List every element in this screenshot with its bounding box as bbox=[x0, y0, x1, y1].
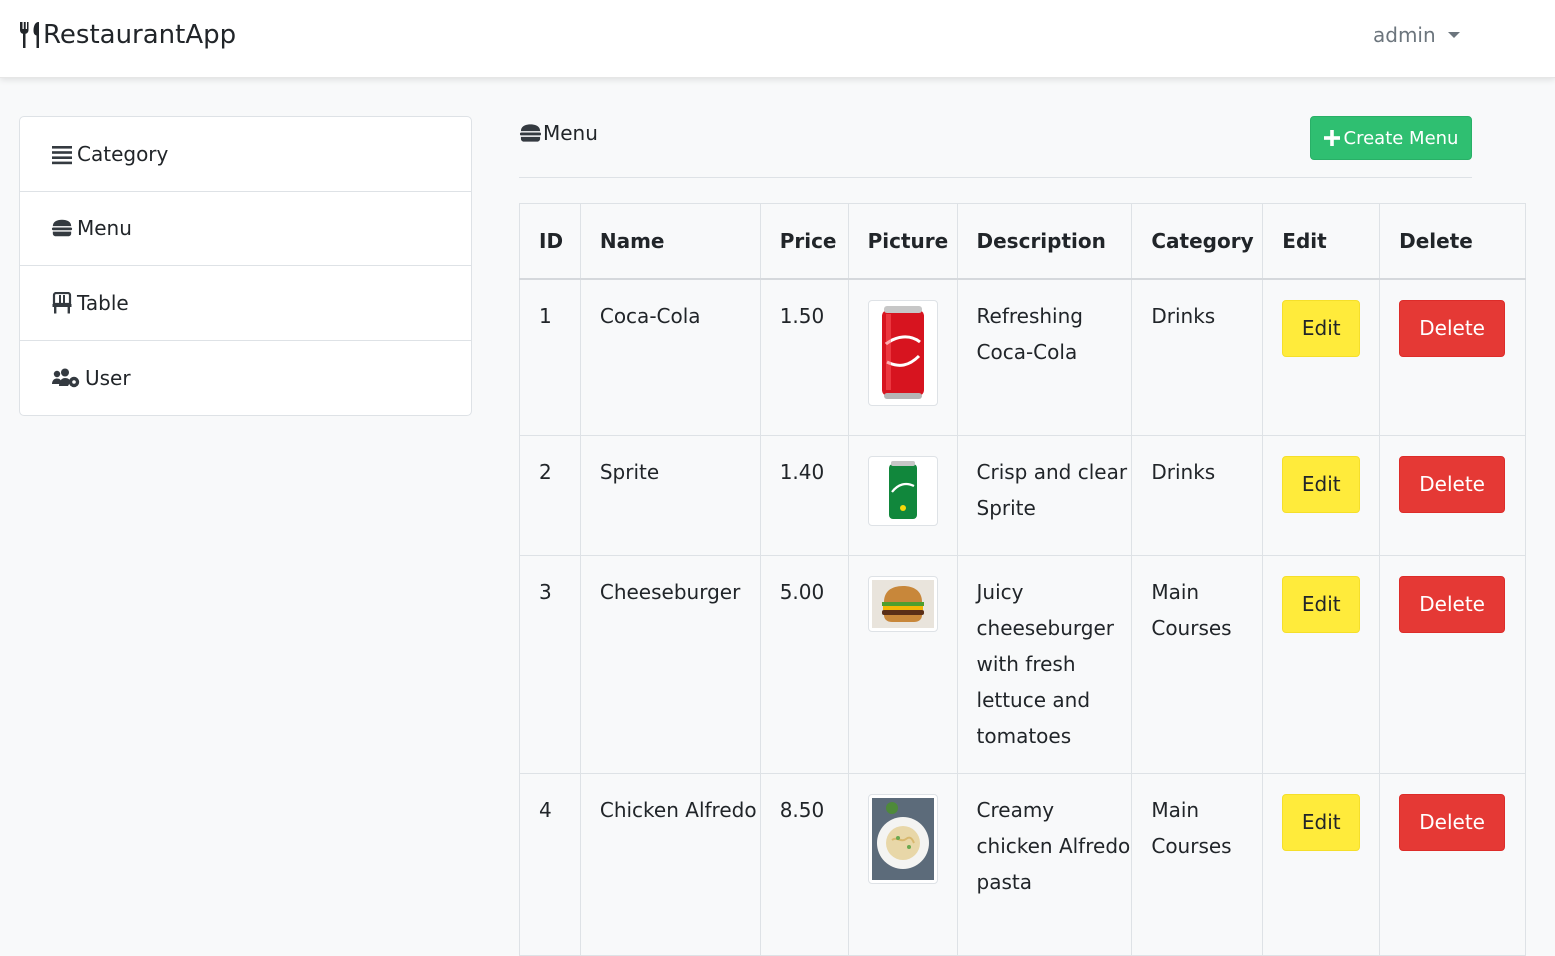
edit-button[interactable]: Edit bbox=[1282, 793, 1361, 851]
edit-button[interactable]: Edit bbox=[1282, 455, 1361, 513]
column-header: Name bbox=[579, 203, 761, 280]
cell-edit: Edit bbox=[1262, 434, 1381, 556]
cell-price: 8.50 bbox=[759, 772, 849, 956]
cell-id: 3 bbox=[519, 554, 581, 774]
cell-name: Cheeseburger bbox=[579, 554, 761, 774]
utensils-icon bbox=[20, 22, 39, 48]
caret-down-icon bbox=[1447, 32, 1460, 38]
coca-cola-can-image bbox=[867, 299, 938, 406]
cell-id: 4 bbox=[519, 772, 581, 956]
cell-delete: Delete bbox=[1379, 278, 1526, 436]
column-header: Price bbox=[759, 203, 849, 280]
cell-delete: Delete bbox=[1379, 554, 1526, 774]
cell-picture bbox=[847, 434, 958, 556]
cell-edit: Edit bbox=[1262, 554, 1381, 774]
cell-category: Main Courses bbox=[1131, 554, 1264, 774]
users-cog-icon bbox=[52, 368, 80, 387]
top-navbar: RestaurantApp admin bbox=[0, 0, 1555, 78]
chair-icon bbox=[52, 291, 72, 314]
cell-delete: Delete bbox=[1379, 434, 1526, 556]
cell-edit: Edit bbox=[1262, 278, 1381, 436]
cell-description: Creamy chicken Alfredo pasta bbox=[956, 772, 1133, 956]
cell-price: 1.40 bbox=[759, 434, 849, 556]
sidebar-item-menu[interactable]: Menu bbox=[20, 192, 471, 266]
table-header-row: ID Name Price Picture Description Catego… bbox=[519, 203, 1526, 280]
table-row: 3 Cheeseburger 5.00 Juicy cheeseburger w… bbox=[519, 554, 1526, 774]
edit-button[interactable]: Edit bbox=[1282, 575, 1361, 633]
sidebar: Category Menu Table User bbox=[19, 116, 472, 416]
brand-name: RestaurantApp bbox=[43, 20, 237, 50]
sidebar-item-label: User bbox=[85, 365, 131, 390]
cell-description: Crisp and clear Sprite bbox=[956, 434, 1133, 556]
table-row: 2 Sprite 1.40 Crisp and clear Sprite Dri… bbox=[519, 434, 1526, 556]
delete-button[interactable]: Delete bbox=[1399, 793, 1506, 851]
cell-category: Drinks bbox=[1131, 278, 1264, 436]
plus-icon bbox=[1323, 130, 1340, 146]
list-icon bbox=[52, 145, 72, 164]
cell-name: Chicken Alfredo bbox=[579, 772, 761, 956]
create-menu-button[interactable]: Create Menu bbox=[1310, 116, 1472, 160]
delete-button[interactable]: Delete bbox=[1399, 299, 1506, 357]
cell-picture bbox=[847, 278, 958, 436]
cell-description: Juicy cheeseburger with fresh lettuce an… bbox=[956, 554, 1133, 774]
sidebar-item-label: Category bbox=[77, 141, 169, 166]
sidebar-item-category[interactable]: Category bbox=[20, 117, 471, 192]
column-header: Category bbox=[1131, 203, 1264, 280]
delete-button[interactable]: Delete bbox=[1399, 575, 1506, 633]
page-title-text: Menu bbox=[543, 121, 598, 145]
column-header: Edit bbox=[1262, 203, 1381, 280]
sidebar-item-label: Table bbox=[77, 290, 129, 315]
content-header: Menu Create Menu bbox=[519, 116, 1472, 178]
cell-price: 5.00 bbox=[759, 554, 849, 774]
delete-button[interactable]: Delete bbox=[1399, 455, 1506, 513]
column-header: ID bbox=[519, 203, 581, 280]
edit-button[interactable]: Edit bbox=[1282, 299, 1361, 357]
menu-table: ID Name Price Picture Description Catego… bbox=[519, 203, 1526, 956]
brand-link[interactable]: RestaurantApp bbox=[18, 18, 236, 52]
user-name: admin bbox=[1373, 23, 1436, 47]
cheeseburger-image bbox=[867, 575, 938, 632]
sidebar-item-user[interactable]: User bbox=[20, 341, 471, 416]
burger-icon bbox=[51, 220, 73, 237]
cell-category: Main Courses bbox=[1131, 772, 1264, 956]
sidebar-item-label: Menu bbox=[77, 216, 132, 241]
chicken-alfredo-image bbox=[867, 793, 938, 884]
cell-name: Sprite bbox=[579, 434, 761, 556]
sidebar-item-table[interactable]: Table bbox=[20, 266, 471, 341]
cell-name: Coca-Cola bbox=[579, 278, 761, 436]
user-dropdown[interactable]: admin bbox=[1373, 20, 1460, 50]
cell-picture bbox=[847, 772, 958, 956]
cell-id: 1 bbox=[519, 278, 581, 436]
cell-delete: Delete bbox=[1379, 772, 1526, 956]
table-row: 4 Chicken Alfredo 8.50 Creamy chicken Al… bbox=[519, 772, 1526, 956]
column-header: Picture bbox=[847, 203, 958, 280]
cell-edit: Edit bbox=[1262, 772, 1381, 956]
create-menu-label: Create Menu bbox=[1343, 127, 1459, 149]
cell-description: Refreshing Coca-Cola bbox=[956, 278, 1133, 436]
column-header: Description bbox=[956, 203, 1133, 280]
cell-price: 1.50 bbox=[759, 278, 849, 436]
cell-category: Drinks bbox=[1131, 434, 1264, 556]
table-row: 1 Coca-Cola 1.50 Refreshing Coca-Cola Dr… bbox=[519, 278, 1526, 436]
page-title: Menu bbox=[519, 121, 598, 145]
cell-id: 2 bbox=[519, 434, 581, 556]
column-header: Delete bbox=[1379, 203, 1526, 280]
cell-picture bbox=[847, 554, 958, 774]
sprite-can-image bbox=[867, 455, 938, 526]
burger-icon bbox=[519, 124, 542, 142]
